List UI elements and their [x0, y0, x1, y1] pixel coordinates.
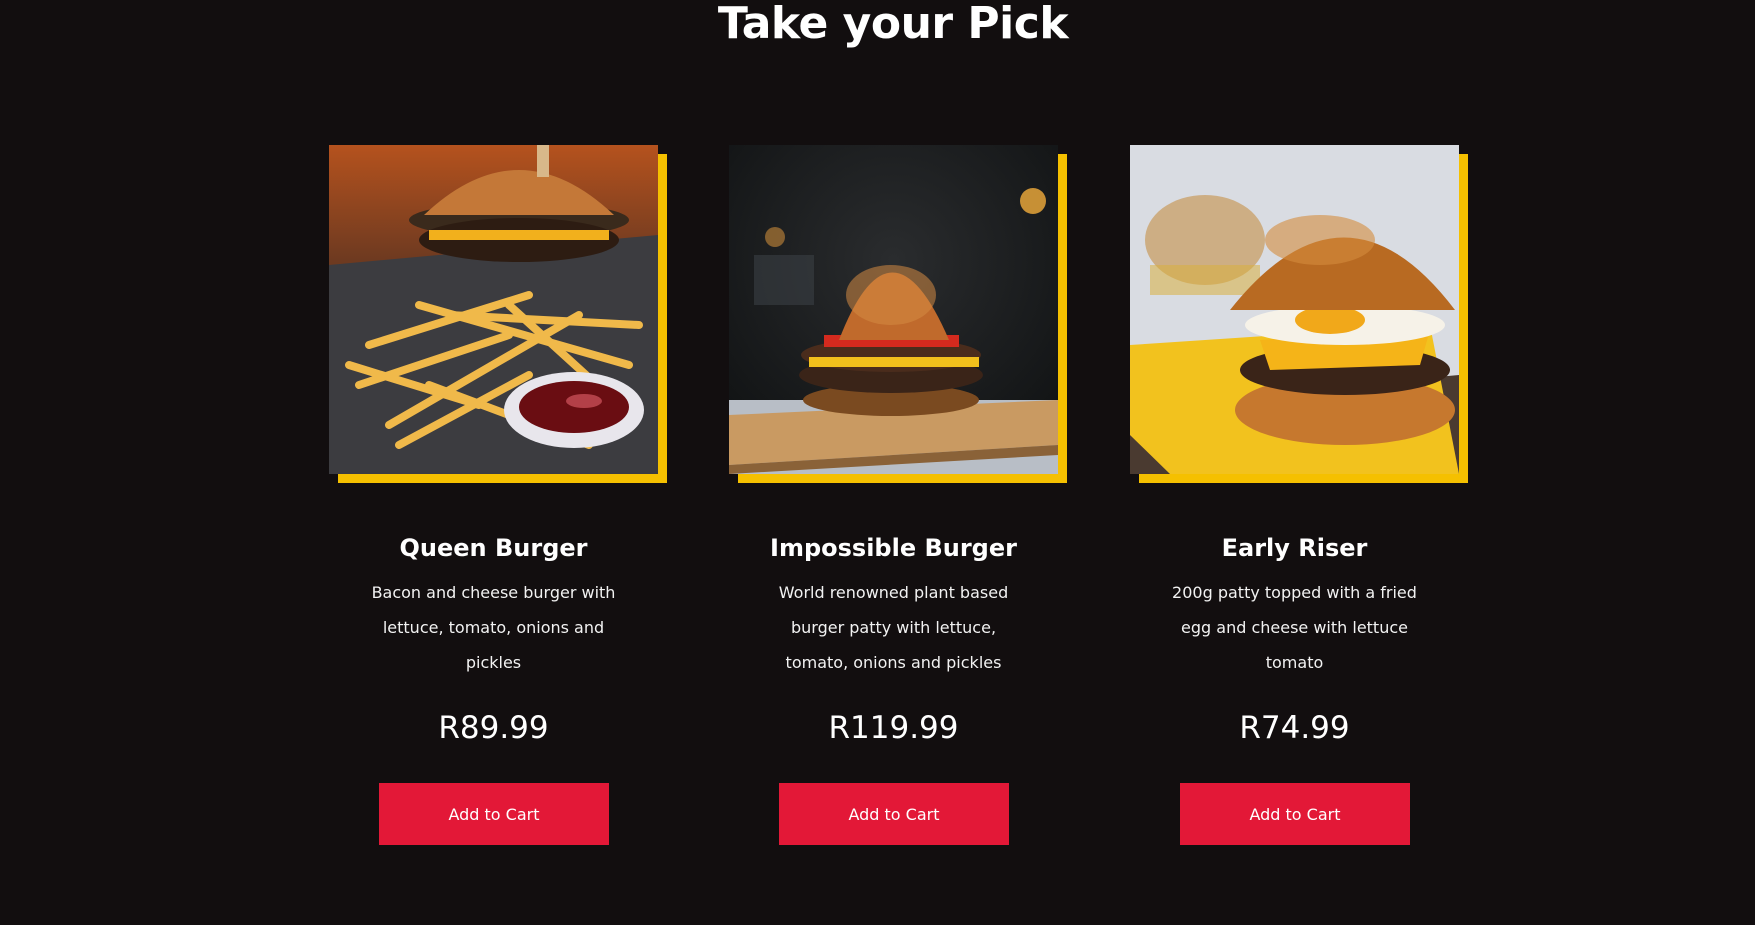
product-price: R119.99 — [828, 710, 959, 746]
product-card-impossible-burger: Impossible Burger World renowned plant b… — [729, 145, 1069, 845]
product-name: Queen Burger — [399, 534, 588, 562]
product-price: R74.99 — [1239, 710, 1350, 746]
product-description: Bacon and cheese burger with lettuce, to… — [371, 583, 616, 672]
product-price: R89.99 — [438, 710, 549, 746]
product-description: 200g patty topped with a fried egg and c… — [1172, 583, 1417, 672]
egg-burger-photo — [1130, 145, 1459, 474]
product-name: Impossible Burger — [770, 534, 1017, 562]
section-title: Take your Pick — [717, 0, 1069, 49]
burger-on-board-photo — [729, 145, 1058, 474]
add-to-cart-button[interactable]: Add to Cart — [1180, 783, 1410, 845]
product-card-queen-burger: Queen Burger Bacon and cheese burger wit… — [329, 145, 669, 845]
add-to-cart-button[interactable]: Add to Cart — [379, 783, 609, 845]
product-photo-frame — [1130, 145, 1468, 483]
menu-section: Take your Pick Queen Burger Bacon and ch… — [0, 0, 1755, 925]
product-card-early-riser: Early Riser 200g patty topped with a fri… — [1130, 145, 1470, 845]
product-photo-frame — [729, 145, 1067, 483]
add-to-cart-button[interactable]: Add to Cart — [779, 783, 1009, 845]
product-description: World renowned plant based burger patty … — [778, 583, 1009, 672]
burger-with-fries-photo — [329, 145, 658, 474]
product-photo-frame — [329, 145, 667, 483]
product-name: Early Riser — [1221, 534, 1368, 562]
